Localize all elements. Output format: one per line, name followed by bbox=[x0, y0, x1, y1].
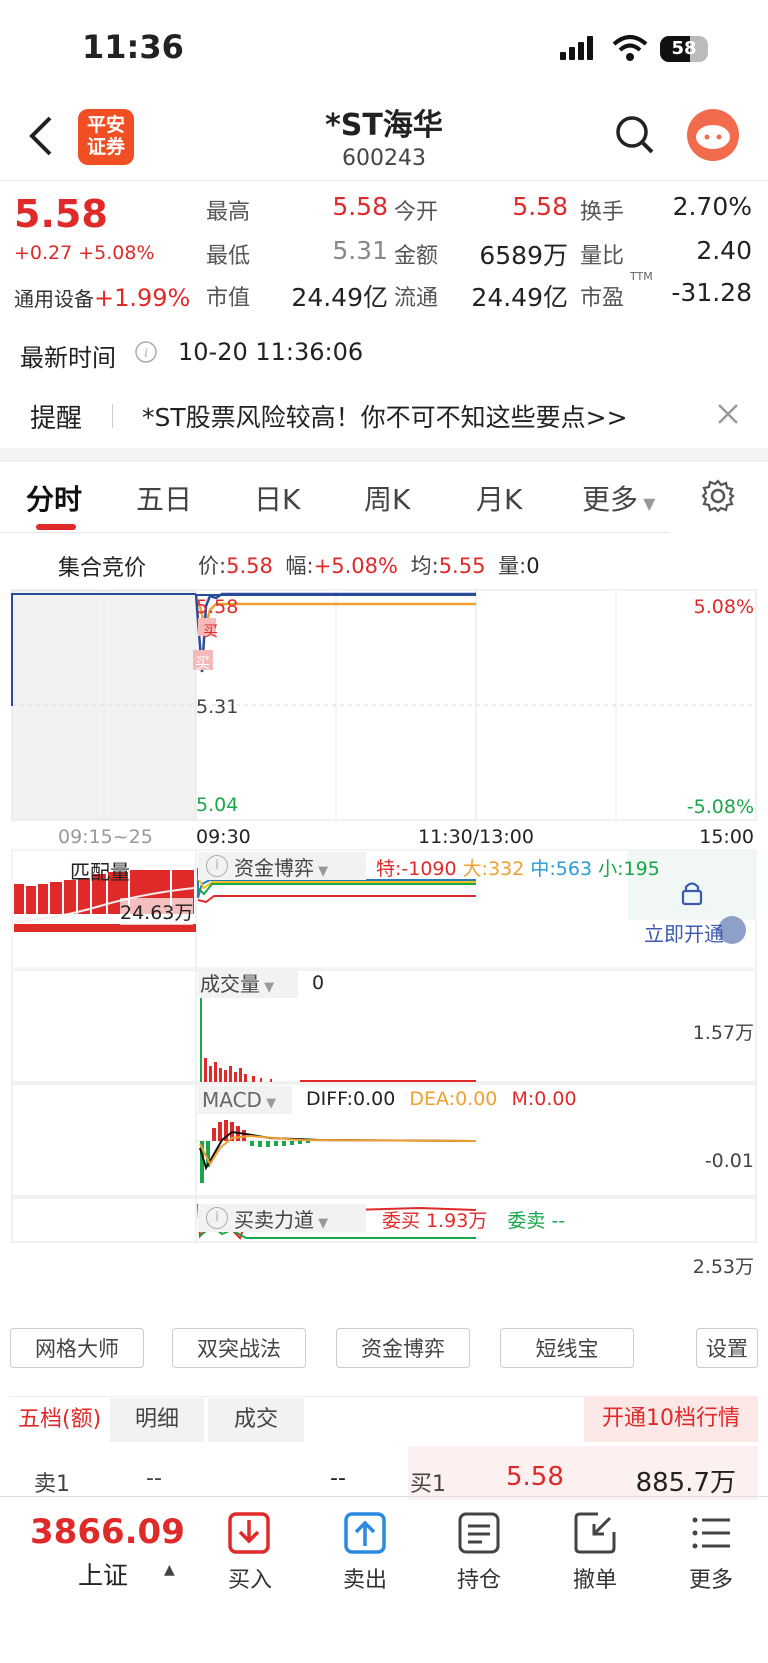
match-volume-value: 24.63万 bbox=[120, 898, 194, 925]
tab-month-k[interactable]: 月K bbox=[476, 478, 522, 518]
index-expand-icon[interactable]: ▲ bbox=[164, 1562, 175, 1578]
svg-text:i: i bbox=[144, 346, 148, 361]
chart-info-line: 价:5.58 幅:+5.08% 均:5.55 量:0 bbox=[198, 554, 540, 578]
buy-marker-label-2: 买 bbox=[195, 654, 211, 672]
alert-text[interactable]: *ST股票风险较高！你不可不知这些要点>> bbox=[142, 398, 628, 434]
avg-price-line bbox=[198, 602, 476, 629]
alert-label: 提醒 bbox=[30, 404, 83, 434]
assistant-avatar-icon[interactable] bbox=[686, 108, 740, 162]
quote-v1-0: 5.58 bbox=[332, 192, 388, 221]
tab-five-level[interactable]: 五档(额) bbox=[10, 1398, 118, 1442]
cancel-order-icon[interactable] bbox=[574, 1512, 616, 1554]
nav-more[interactable]: 更多 bbox=[671, 1562, 751, 1594]
section-gap bbox=[0, 448, 768, 462]
battery-level: 58 bbox=[671, 38, 697, 59]
buy-icon[interactable] bbox=[228, 1512, 270, 1554]
nav-sell[interactable]: 卖出 bbox=[325, 1562, 405, 1594]
signal-icon bbox=[560, 36, 596, 60]
status-time: 11:36 bbox=[82, 28, 184, 66]
sell1-label: 卖1 bbox=[34, 1472, 70, 1497]
capital-selector[interactable]: i 资金博弈 ▼ bbox=[198, 852, 366, 880]
buy1-amount: 885.7万 bbox=[635, 1468, 736, 1498]
volume-selector[interactable]: 成交量 ▼ bbox=[198, 970, 298, 998]
quote-v3-0: 2.70% bbox=[672, 192, 752, 221]
battery-icon: 58 bbox=[660, 36, 708, 62]
capital-game-button[interactable]: 资金博弈 bbox=[336, 1328, 470, 1368]
match-volume-label: 匹配量 bbox=[70, 860, 130, 884]
volume-max: 1.57万 bbox=[692, 1022, 754, 1044]
info-icon[interactable]: i bbox=[134, 340, 158, 364]
buy1-price: 5.58 bbox=[506, 1462, 564, 1492]
upgrade-level10-button[interactable]: 开通10档行情 bbox=[584, 1396, 758, 1442]
quote-v3-2: -31.28 bbox=[671, 278, 752, 307]
settings-gear-icon[interactable] bbox=[700, 478, 736, 514]
sell1-price: -- bbox=[146, 1466, 162, 1491]
quote-v1-2: 24.49亿 bbox=[291, 283, 388, 312]
y-label-top-right: 5.08% bbox=[693, 596, 754, 618]
unlock-button[interactable]: 立即开通 bbox=[644, 918, 724, 947]
force-max: 2.53万 bbox=[692, 1256, 754, 1278]
industry[interactable]: 通用设备+1.99% bbox=[14, 283, 190, 312]
macd-right-value: -0.01 bbox=[704, 1150, 754, 1172]
y-label-bottom-left: 5.04 bbox=[196, 794, 239, 816]
volume-value: 0 bbox=[312, 972, 325, 994]
x-label-noon: 11:30/13:00 bbox=[418, 826, 534, 848]
tab-day-k[interactable]: 日K bbox=[254, 478, 300, 518]
nav-buy[interactable]: 买入 bbox=[210, 1562, 290, 1594]
tab-indicator bbox=[36, 524, 76, 530]
more-menu-icon[interactable] bbox=[690, 1512, 732, 1554]
nav-cancel-order[interactable]: 撤单 bbox=[555, 1562, 635, 1594]
current-price: 5.58 bbox=[14, 192, 108, 236]
force-selector[interactable]: i 买卖力道 ▼ bbox=[198, 1204, 366, 1232]
quote-v2-0: 5.58 bbox=[512, 192, 568, 221]
tab-detail[interactable]: 明细 bbox=[110, 1398, 204, 1442]
tab-intraday[interactable]: 分时 bbox=[26, 478, 82, 518]
latest-time-label: 最新时间 bbox=[20, 344, 116, 372]
y-label-bottom-right: -5.08% bbox=[686, 796, 754, 818]
index-name[interactable]: 上证 bbox=[78, 1556, 128, 1592]
close-icon[interactable] bbox=[716, 402, 740, 426]
tab-week-k[interactable]: 周K bbox=[364, 478, 410, 518]
pe-ttm-sup: TTM bbox=[630, 270, 653, 283]
capital-values: 特:-1090 大:332 中:563 小:195 bbox=[376, 858, 660, 880]
force-values: 委买 1.93万 委卖 -- bbox=[382, 1210, 566, 1232]
index-value[interactable]: 3866.09 bbox=[30, 1512, 185, 1552]
tab-five-day[interactable]: 五日 bbox=[136, 478, 192, 518]
x-label-auction: 09:15~25 bbox=[58, 826, 153, 848]
quote-v2-1: 6589万 bbox=[479, 241, 568, 270]
search-icon[interactable] bbox=[614, 114, 656, 156]
quote-v2-2: 24.49亿 bbox=[471, 283, 568, 312]
lock-icon bbox=[681, 882, 703, 906]
macd-selector[interactable]: MACD ▼ bbox=[198, 1086, 292, 1114]
short-line-button[interactable]: 短线宝 bbox=[500, 1328, 634, 1368]
tab-more[interactable]: 更多 ▼ bbox=[582, 478, 655, 518]
quote-v3-1: 2.40 bbox=[696, 236, 752, 265]
grid-master-button[interactable]: 网格大师 bbox=[10, 1328, 144, 1368]
tab-trades[interactable]: 成交 bbox=[208, 1398, 304, 1442]
nav-holdings[interactable]: 持仓 bbox=[439, 1562, 519, 1594]
buy-marker-label: 买 bbox=[203, 622, 219, 640]
buy1-label: 买1 bbox=[410, 1472, 446, 1497]
holdings-icon[interactable] bbox=[458, 1512, 500, 1554]
price-change: +0.27 +5.08% bbox=[14, 242, 155, 264]
alert-divider bbox=[112, 404, 113, 428]
wifi-icon bbox=[612, 35, 648, 61]
settings-button[interactable]: 设置 bbox=[696, 1328, 758, 1368]
sell-icon[interactable] bbox=[344, 1512, 386, 1554]
quote-v1-1: 5.31 bbox=[332, 236, 388, 265]
y-label-mid-left: 5.31 bbox=[196, 696, 239, 718]
latest-time: 10-20 11:36:06 bbox=[178, 338, 364, 366]
macd-values: DIFF:0.00 DEA:0.00 M:0.00 bbox=[306, 1088, 577, 1110]
y-label-top-left: 5.58 bbox=[196, 596, 239, 618]
x-label-open: 09:30 bbox=[196, 826, 251, 848]
auction-label: 集合竞价 bbox=[58, 556, 147, 581]
x-label-close: 15:00 bbox=[699, 826, 754, 848]
double-breakout-button[interactable]: 双突战法 bbox=[172, 1328, 306, 1368]
sell1-amount: -- bbox=[330, 1466, 346, 1491]
